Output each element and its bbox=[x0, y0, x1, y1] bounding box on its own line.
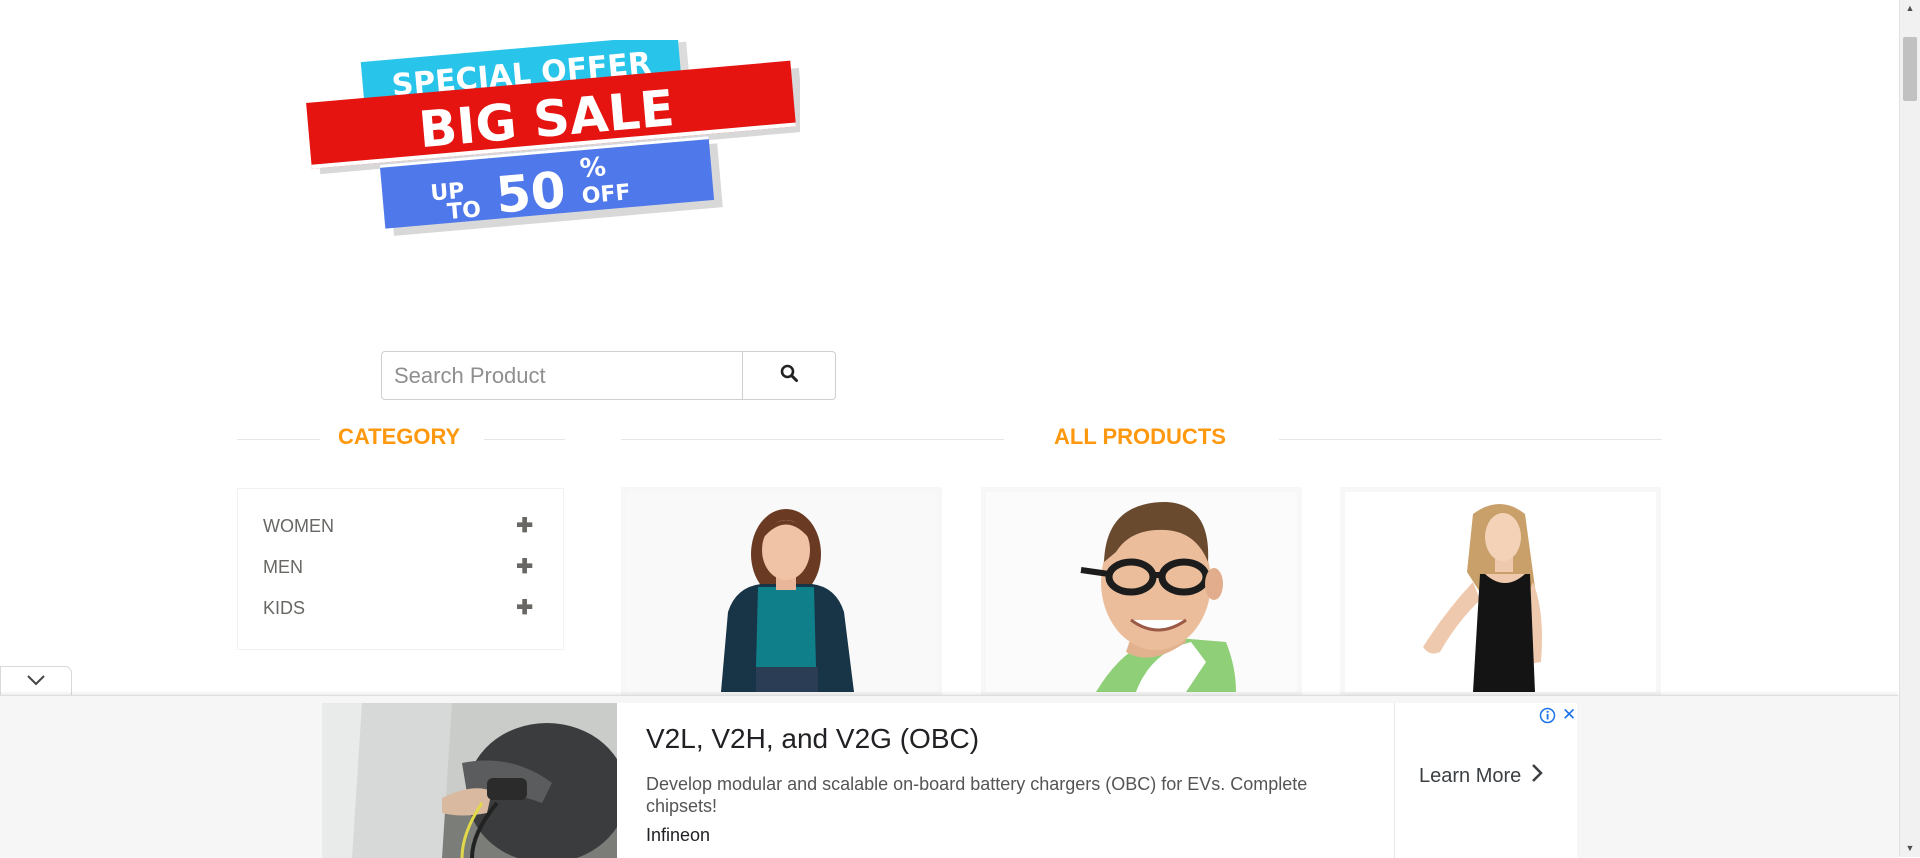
ad-divider bbox=[1394, 703, 1395, 858]
category-label: MEN bbox=[263, 556, 303, 577]
banner-off-text: OFF bbox=[581, 180, 632, 209]
sale-banner: SPECIAL OFFER UP TO 50 % OFF BIG SALE bbox=[300, 34, 805, 280]
learn-more-button[interactable]: Learn More bbox=[1419, 763, 1544, 789]
scroll-down-arrow-icon[interactable]: ▼ bbox=[1900, 840, 1920, 857]
scroll-up-arrow-icon[interactable]: ▲ bbox=[1900, 0, 1920, 17]
plus-icon[interactable]: ✚ bbox=[516, 598, 533, 618]
ad-brand[interactable]: Infineon bbox=[646, 825, 710, 846]
chevron-down-icon bbox=[26, 673, 46, 691]
all-products-title: ALL PRODUCTS bbox=[1054, 424, 1226, 449]
category-title: CATEGORY bbox=[338, 424, 461, 449]
category-title-line-left bbox=[237, 439, 320, 440]
plus-icon[interactable]: ✚ bbox=[516, 557, 533, 577]
search-icon bbox=[780, 364, 798, 387]
svg-text:TO: TO bbox=[446, 197, 482, 225]
ad-collapse-button[interactable] bbox=[0, 666, 72, 696]
banner-percent-sign: % bbox=[579, 152, 608, 184]
products-title-line-left bbox=[621, 439, 1004, 440]
ad-title[interactable]: V2L, V2H, and V2G (OBC) bbox=[646, 723, 979, 755]
product-image-woman-teal bbox=[626, 492, 937, 692]
chevron-right-icon bbox=[1531, 763, 1544, 789]
learn-more-label: Learn More bbox=[1419, 764, 1522, 787]
product-card-1[interactable] bbox=[621, 487, 942, 697]
product-card-2[interactable] bbox=[981, 487, 1302, 697]
product-card-3[interactable] bbox=[1340, 487, 1661, 697]
category-item-kids[interactable]: KIDS ✚ bbox=[263, 593, 533, 623]
category-title-line-right bbox=[484, 439, 565, 440]
ad-description[interactable]: Develop modular and scalable on-board ba… bbox=[646, 773, 1381, 817]
category-item-women[interactable]: WOMEN ✚ bbox=[263, 511, 533, 541]
ad-image[interactable] bbox=[322, 703, 617, 858]
plus-icon[interactable]: ✚ bbox=[516, 516, 533, 536]
category-label: KIDS bbox=[263, 597, 306, 618]
page-scrollbar[interactable]: ▲ ▼ bbox=[1899, 0, 1920, 857]
search-input[interactable] bbox=[381, 351, 743, 400]
category-item-men[interactable]: MEN ✚ bbox=[263, 552, 533, 582]
scroll-thumb[interactable] bbox=[1903, 37, 1917, 101]
search-button[interactable] bbox=[742, 351, 836, 400]
products-title-line-right bbox=[1279, 439, 1662, 440]
product-image-woman-black-dress bbox=[1345, 492, 1656, 692]
ad-info-icon[interactable] bbox=[1539, 707, 1556, 724]
close-icon[interactable]: ✕ bbox=[1562, 706, 1576, 723]
product-image-man-glasses bbox=[986, 492, 1297, 692]
category-panel: WOMEN ✚ MEN ✚ KIDS ✚ bbox=[237, 488, 564, 650]
ad-banner: V2L, V2H, and V2G (OBC) Develop modular … bbox=[0, 695, 1898, 858]
banner-percent-text: 50 bbox=[494, 161, 568, 225]
search-bar bbox=[381, 351, 836, 400]
category-label: WOMEN bbox=[263, 515, 334, 536]
ad-content[interactable]: V2L, V2H, and V2G (OBC) Develop modular … bbox=[322, 703, 1577, 858]
